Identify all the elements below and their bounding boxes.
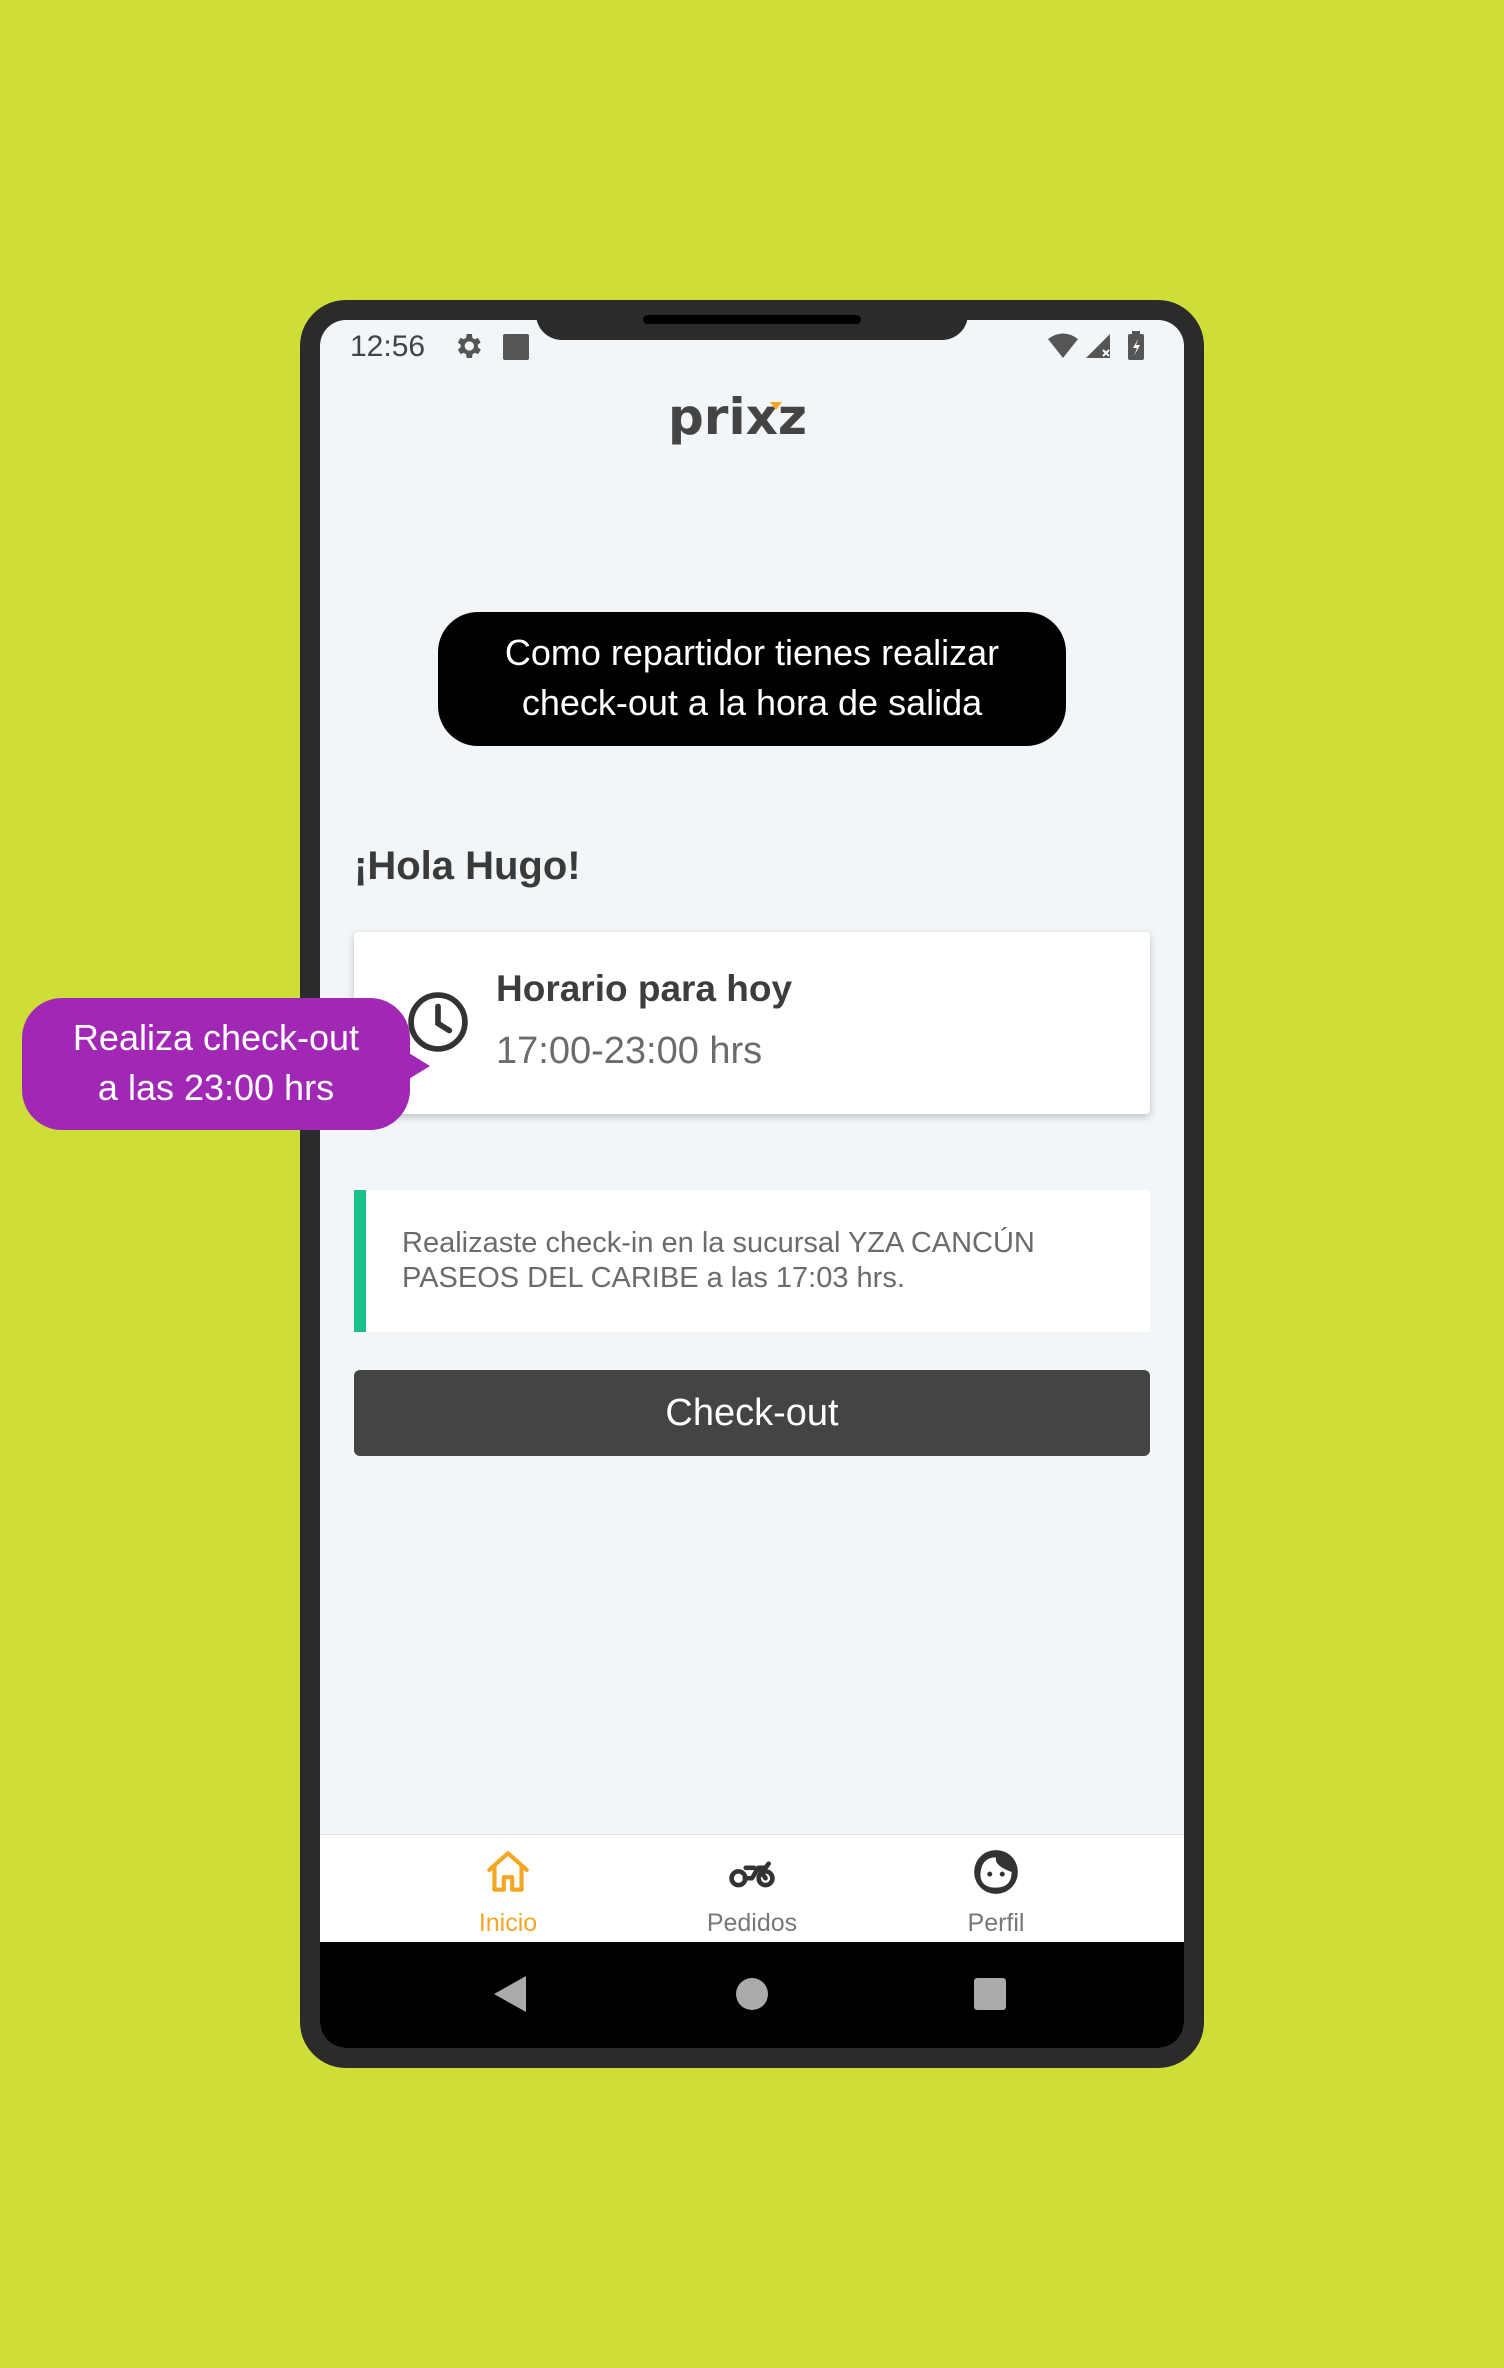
greeting-heading: ¡Hola Hugo!: [354, 844, 581, 888]
battery-icon: [1128, 331, 1144, 360]
tooltip-line-2: check-out a la hora de salida: [521, 682, 983, 723]
notification-square-icon: [503, 334, 529, 360]
checkout-info-tooltip: Como repartidor tienes realizar check-ou…: [438, 612, 1066, 746]
phone-screen: 12:56 prixz Como repartidor tienes reali…: [320, 320, 1184, 2048]
wifi-icon: [1048, 333, 1078, 358]
recent-apps-icon[interactable]: [974, 1978, 1006, 2010]
phone-speaker: [643, 315, 861, 324]
schedule-title: Horario para hoy: [496, 968, 793, 1009]
nav-item-inicio[interactable]: Inicio: [408, 1835, 608, 1943]
settings-gear-icon: [457, 334, 481, 358]
nav-item-perfil[interactable]: Perfil: [896, 1835, 1096, 1943]
nav-label-inicio: Inicio: [478, 1909, 538, 1937]
checkout-time-tooltip: Realiza check-out a las 23:00 hrs: [22, 998, 410, 1130]
home-circle-icon[interactable]: [736, 1978, 768, 2010]
checkin-status-box: Realizaste check-in en la sucursal YZA C…: [354, 1190, 1150, 1332]
side-tooltip-line-2: a las 23:00 hrs: [97, 1067, 335, 1108]
svg-text:prixz: prixz: [668, 388, 807, 446]
face-icon: [974, 1850, 1018, 1894]
status-time: 12:56: [350, 330, 426, 363]
clock-icon: [408, 992, 468, 1052]
nav-item-pedidos[interactable]: Pedidos: [652, 1835, 852, 1943]
status-icons: [1048, 331, 1144, 360]
checkout-button[interactable]: Check-out: [354, 1370, 1150, 1456]
prixz-logo: prixz: [668, 388, 807, 446]
schedule-hours: 17:00-23:00 hrs: [496, 1030, 763, 1072]
nav-label-perfil: Perfil: [967, 1909, 1025, 1937]
schedule-card: Horario para hoy 17:00-23:00 hrs: [354, 932, 1150, 1114]
tooltip-arrow: [404, 1050, 430, 1082]
checkin-accent-bar: [354, 1190, 366, 1332]
side-tooltip-line-1: Realiza check-out: [72, 1017, 360, 1058]
signal-icon: [1086, 334, 1110, 358]
home-icon: [487, 1851, 529, 1892]
checkin-message: Realizaste check-in en la sucursal YZA C…: [402, 1227, 1035, 1294]
motorcycle-icon: [729, 1861, 775, 1888]
bottom-nav: Inicio Pedidos Perfil: [320, 1834, 1184, 1943]
tooltip-line-1: Como repartidor tienes realizar: [504, 632, 1000, 673]
back-icon[interactable]: [492, 1974, 528, 2014]
nav-label-pedidos: Pedidos: [706, 1909, 798, 1937]
android-nav-bar: [320, 1942, 1184, 2048]
